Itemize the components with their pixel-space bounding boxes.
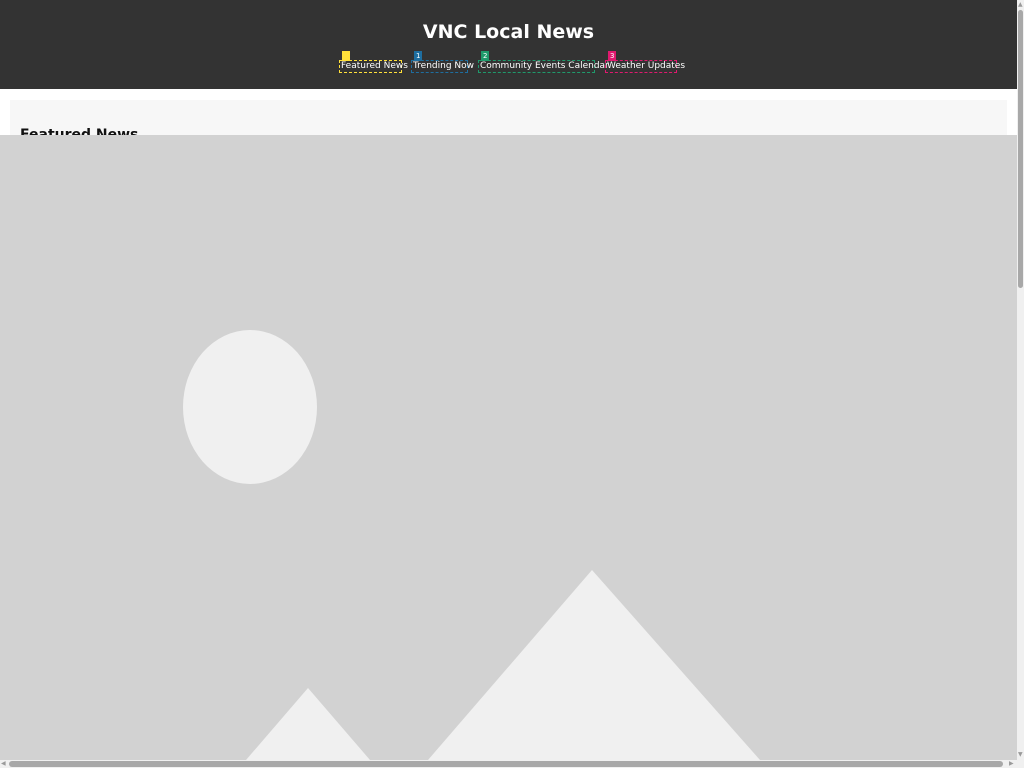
nav-badge: 2 xyxy=(481,51,490,61)
nav-badge xyxy=(342,51,350,61)
scroll-left-arrow[interactable]: ◀ xyxy=(1,760,6,767)
scroll-down-arrow[interactable]: ▼ xyxy=(1018,751,1023,758)
site-title: VNC Local News xyxy=(422,21,595,43)
nav-item-label: Community Events Calendar xyxy=(480,61,609,71)
nav-badge: 3 xyxy=(608,51,617,61)
nav-item-label: Weather Updates xyxy=(607,61,686,71)
horizontal-scrollbar[interactable]: ◀ ▶ xyxy=(0,760,1017,768)
nav-item-label: Featured News xyxy=(341,61,408,71)
scroll-right-arrow[interactable]: ▶ xyxy=(1009,760,1014,767)
nav-item-featured-news[interactable]: Featured News xyxy=(339,51,408,73)
nav-item-label: Trending Now xyxy=(413,61,475,71)
page-viewport: VNC Local News Featured News 1 Trending … xyxy=(0,0,1017,760)
nav-item-community-events-calendar[interactable]: 2 Community Events Calendar xyxy=(478,51,609,73)
horizontal-scroll-thumb[interactable] xyxy=(9,761,1003,767)
image-placeholder-background xyxy=(0,135,1017,760)
image-placeholder-sun xyxy=(183,330,317,484)
site-header: VNC Local News Featured News 1 Trending … xyxy=(0,0,1017,89)
nav-item-trending-now[interactable]: 1 Trending Now xyxy=(411,51,474,73)
scrollbar-corner xyxy=(1017,760,1024,768)
featured-image[interactable] xyxy=(0,135,1017,760)
vertical-scroll-thumb[interactable] xyxy=(1018,10,1023,288)
nav-item-weather-updates[interactable]: 3 Weather Updates xyxy=(605,51,685,73)
main-nav: Featured News 1 Trending Now 2 Community… xyxy=(0,50,1017,74)
vertical-scrollbar[interactable]: ▲ ▼ xyxy=(1017,0,1024,760)
image-placeholder-icon xyxy=(0,135,1017,760)
scroll-up-arrow[interactable]: ▲ xyxy=(1018,1,1023,8)
nav-badge: 1 xyxy=(414,51,423,61)
